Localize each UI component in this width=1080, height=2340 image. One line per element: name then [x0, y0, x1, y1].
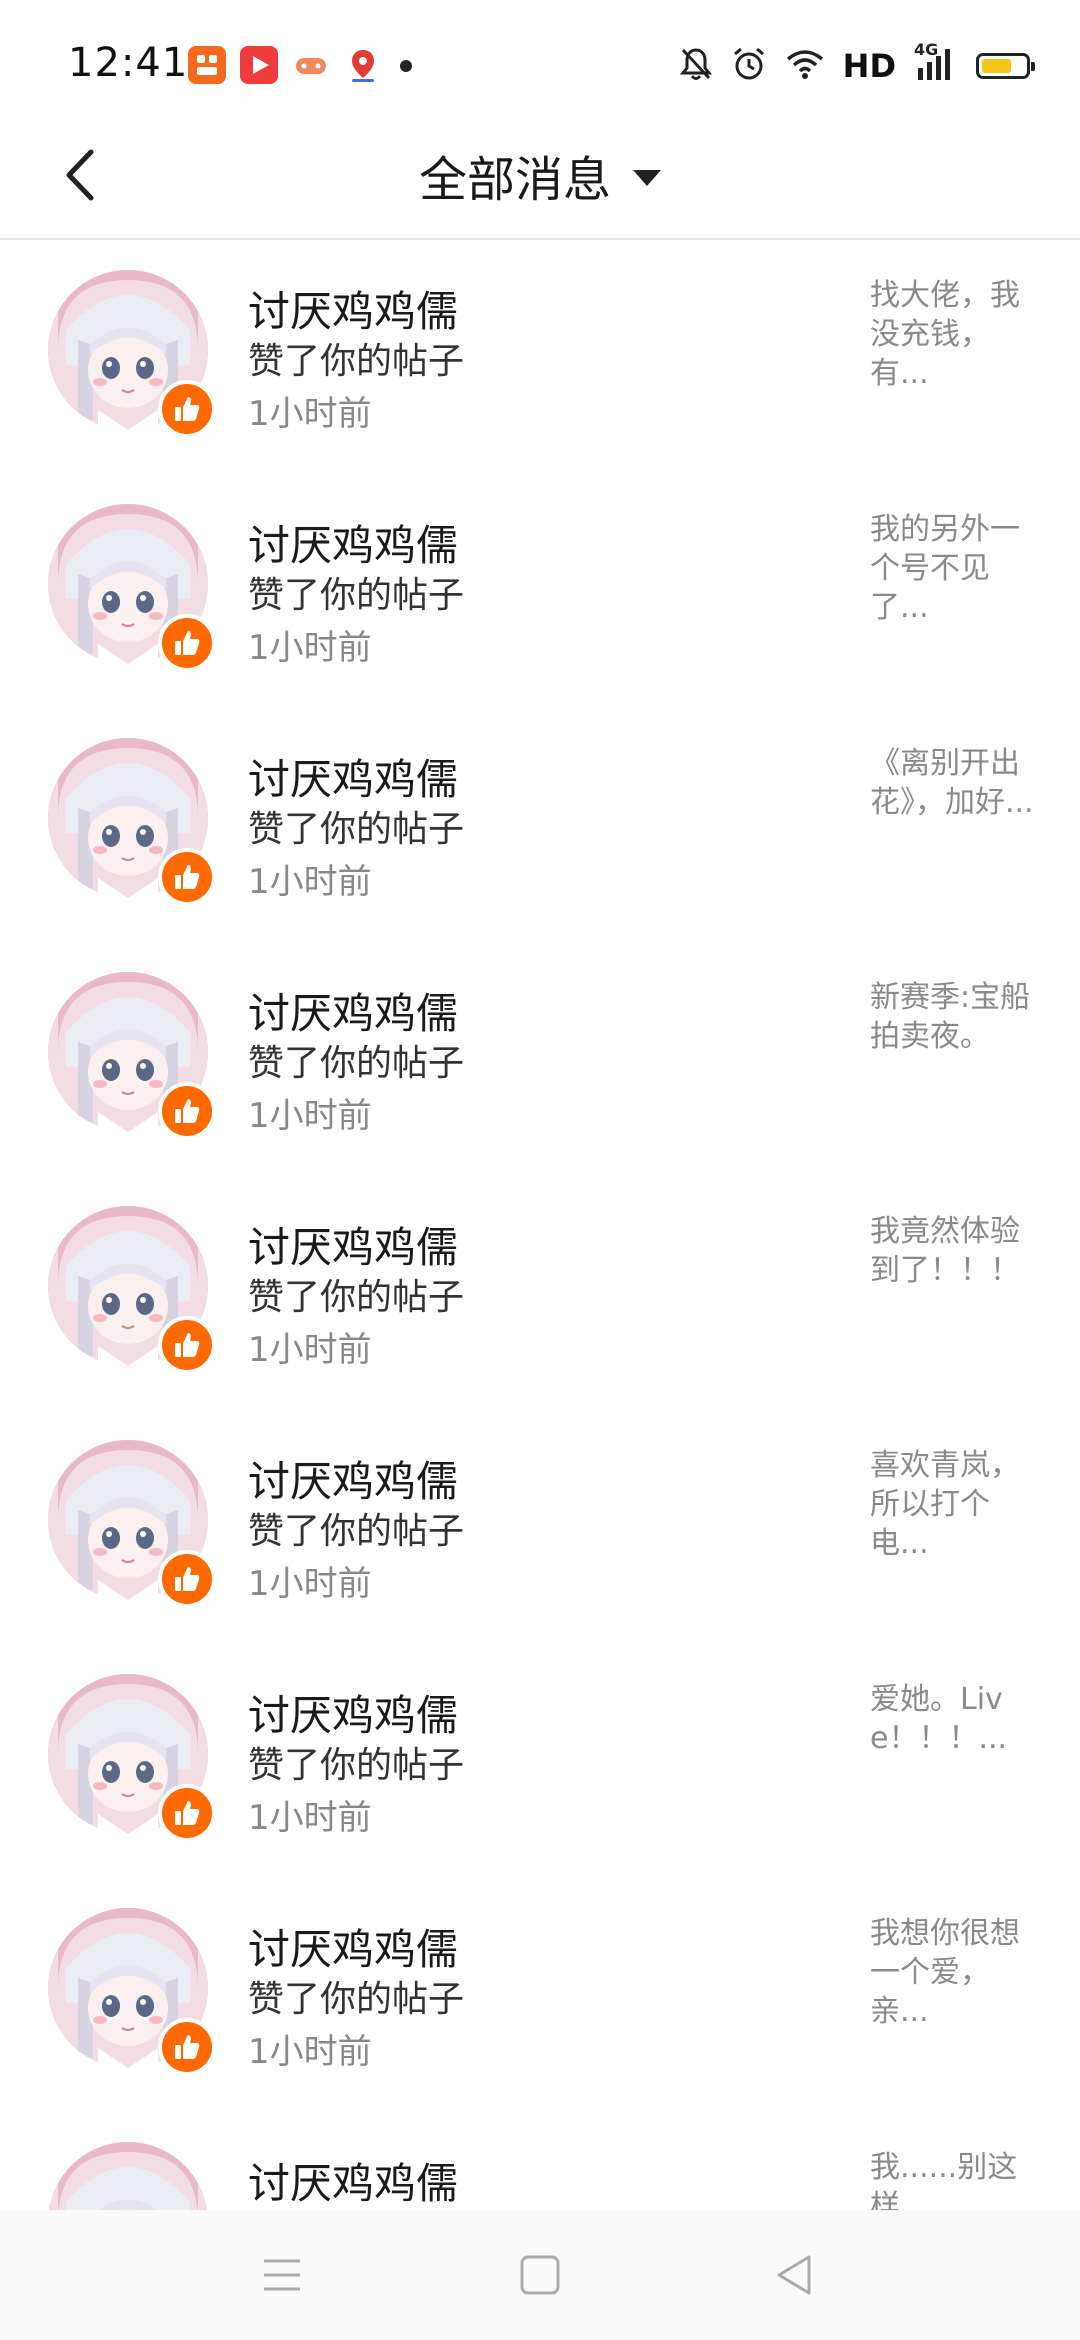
post-preview[interactable]: 《离别开出花》，加好... — [870, 744, 1035, 822]
user-name: 讨厌鸡鸡儒 — [248, 989, 459, 1038]
like-badge — [158, 614, 216, 672]
top-app-bar: 全部消息 — [0, 120, 1080, 240]
list-item[interactable]: 讨厌鸡鸡儒 赞了你的帖子 1小时前 我的另外一个号不见了... — [0, 474, 1080, 708]
avatar-image — [48, 2142, 208, 2210]
video-app-icon — [240, 46, 278, 84]
list-item[interactable]: 讨厌鸡鸡儒 赞了你的帖子 1小时前 爱她。Live！！！... — [0, 1644, 1080, 1878]
notification-action: 赞了你的帖子 — [248, 809, 465, 850]
user-name: 讨厌鸡鸡儒 — [248, 2159, 459, 2208]
message-list[interactable]: 讨厌鸡鸡儒 赞了你的帖子 1小时前 找大佬，我没充钱，有... 讨厌鸡鸡儒 赞了… — [0, 240, 1080, 2210]
like-badge — [158, 1316, 216, 1374]
thumbs-up-icon — [175, 1801, 200, 1825]
thumbs-up-icon — [175, 397, 200, 421]
like-badge — [158, 1550, 216, 1608]
thumbs-up-icon — [175, 631, 200, 655]
post-preview[interactable]: 新赛季:宝船拍卖夜。 — [870, 978, 1035, 1056]
battery-level — [982, 59, 1011, 73]
list-item[interactable]: 讨厌鸡鸡儒 赞了你的帖子 1小时前 《离别开出花》，加好... — [0, 708, 1080, 942]
alarm-icon — [731, 46, 767, 86]
user-name: 讨厌鸡鸡儒 — [248, 1223, 459, 1272]
list-item[interactable]: 讨厌鸡鸡儒 赞了你的帖子 1小时前 找大佬，我没充钱，有... — [0, 240, 1080, 474]
user-name: 讨厌鸡鸡儒 — [248, 287, 459, 336]
recent-apps-button[interactable] — [252, 2250, 312, 2300]
home-square-icon — [520, 2255, 560, 2295]
notification-action: 赞了你的帖子 — [248, 1511, 465, 1552]
notification-action: 赞了你的帖子 — [248, 1277, 465, 1318]
timestamp: 1小时前 — [248, 862, 372, 902]
game-controller-icon — [292, 46, 330, 84]
back-triangle-icon — [777, 2255, 811, 2295]
thumbs-up-icon — [175, 1567, 200, 1591]
post-preview[interactable]: 我的另外一个号不见了... — [870, 510, 1035, 627]
home-button[interactable] — [510, 2250, 570, 2300]
timestamp: 1小时前 — [248, 2032, 372, 2072]
user-name: 讨厌鸡鸡儒 — [248, 1925, 459, 1974]
like-badge — [158, 848, 216, 906]
timestamp: 1小时前 — [248, 1096, 372, 1136]
like-badge — [158, 1784, 216, 1842]
notification-action: 赞了你的帖子 — [248, 575, 465, 616]
like-badge — [158, 2018, 216, 2076]
menu-icon — [264, 2259, 300, 2291]
avatar[interactable] — [48, 2142, 208, 2210]
message-filter-dropdown[interactable]: 全部消息 — [0, 140, 1080, 210]
network-type-label: 4G — [914, 40, 939, 59]
user-name: 讨厌鸡鸡儒 — [248, 755, 459, 804]
user-name: 讨厌鸡鸡儒 — [248, 1691, 459, 1740]
list-item[interactable]: 讨厌鸡鸡儒 赞了你的帖子 1小时前 我......别这样 — [0, 2112, 1080, 2210]
thumbs-up-icon — [175, 865, 200, 889]
post-preview[interactable]: 我想你很想一个爱，亲... — [870, 1914, 1035, 2031]
notification-action: 赞了你的帖子 — [248, 1043, 465, 1084]
notification-dot — [400, 60, 412, 72]
timestamp: 1小时前 — [248, 394, 372, 434]
notification-action: 赞了你的帖子 — [248, 341, 465, 382]
caret-down-icon — [633, 170, 661, 186]
bell-off-icon — [679, 46, 713, 86]
wifi-icon — [785, 47, 825, 85]
list-item[interactable]: 讨厌鸡鸡儒 赞了你的帖子 1小时前 我竟然体验到了！！！ — [0, 1176, 1080, 1410]
timestamp: 1小时前 — [248, 1798, 372, 1838]
like-badge — [158, 380, 216, 438]
network-label: HD — [842, 47, 896, 85]
status-icons: HD 4G — [679, 40, 1035, 88]
app-icon-orange — [188, 46, 226, 84]
timestamp: 1小时前 — [248, 628, 372, 668]
map-pin-icon — [344, 46, 382, 84]
system-navigation-bar — [0, 2210, 1080, 2340]
thumbs-up-icon — [175, 2035, 200, 2059]
thumbs-up-icon — [175, 1099, 200, 1123]
post-preview[interactable]: 我......别这样 — [870, 2148, 1035, 2210]
notification-action: 赞了你的帖子 — [248, 1979, 465, 2020]
page-title: 全部消息 — [418, 152, 611, 208]
like-badge — [158, 1082, 216, 1140]
signal-icon: 4G — [914, 40, 958, 86]
post-preview[interactable]: 我竟然体验到了！！！ — [870, 1212, 1035, 1290]
user-name: 讨厌鸡鸡儒 — [248, 521, 459, 570]
status-time: 12:41 — [68, 40, 189, 86]
notification-action: 赞了你的帖子 — [248, 1745, 465, 1786]
list-item[interactable]: 讨厌鸡鸡儒 赞了你的帖子 1小时前 喜欢青岚，所以打个电... — [0, 1410, 1080, 1644]
post-preview[interactable]: 喜欢青岚，所以打个电... — [870, 1446, 1035, 1563]
user-name: 讨厌鸡鸡儒 — [248, 1457, 459, 1506]
timestamp: 1小时前 — [248, 1330, 372, 1370]
back-nav-button[interactable] — [765, 2250, 825, 2300]
timestamp: 1小时前 — [248, 1564, 372, 1604]
list-item[interactable]: 讨厌鸡鸡儒 赞了你的帖子 1小时前 我想你很想一个爱，亲... — [0, 1878, 1080, 2112]
thumbs-up-icon — [175, 1333, 200, 1357]
post-preview[interactable]: 找大佬，我没充钱，有... — [870, 276, 1035, 393]
battery-icon — [976, 53, 1035, 79]
post-preview[interactable]: 爱她。Live！！！... — [870, 1680, 1035, 1758]
status-bar: 12:41 HD 4G — [0, 0, 1080, 120]
list-item[interactable]: 讨厌鸡鸡儒 赞了你的帖子 1小时前 新赛季:宝船拍卖夜。 — [0, 942, 1080, 1176]
